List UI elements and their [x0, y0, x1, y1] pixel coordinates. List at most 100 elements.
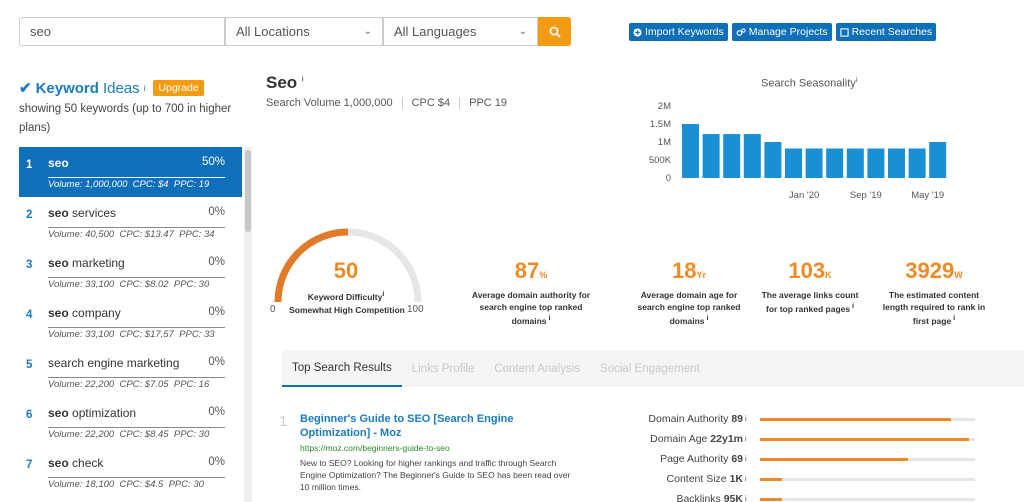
info-icon[interactable]: i [745, 456, 757, 463]
y-tick-label: 2M [658, 101, 671, 112]
language-select[interactable]: All Languages ⌄ [383, 17, 538, 46]
chart-bar [785, 148, 802, 178]
chart-bar [764, 142, 782, 178]
keyword-ideas-title-bold: Keyword [35, 79, 99, 97]
result-metric-value: 89 [731, 413, 743, 425]
upgrade-button[interactable]: Upgrade [153, 80, 204, 96]
metric-value: 18 [672, 258, 697, 283]
tab-social-engagement[interactable]: Social Engagement [590, 350, 710, 387]
info-icon[interactable]: i [745, 416, 757, 423]
chart-bar [846, 148, 864, 178]
difficulty-value: 50 [333, 258, 359, 283]
keyword-item[interactable]: 2 seo services 0% Volume: 40,500 CPC: $13.4… [19, 197, 242, 247]
result-metric-label: Content Size 1K [610, 473, 743, 485]
keyword-rank: 6 [26, 409, 33, 421]
result-metric-value: 22y1m [710, 433, 743, 445]
chart-bar [929, 142, 947, 178]
keyword-text-rest: optimization [68, 406, 137, 420]
chart-bar [826, 148, 844, 178]
keyword-item[interactable]: 1 seo 50% Volume: 1,000,000 CPC: $4 PPC: 19 [19, 147, 242, 197]
info-icon[interactable]: i [745, 476, 757, 483]
info-icon[interactable]: i [856, 77, 858, 84]
info-icon[interactable]: i [144, 84, 146, 93]
seasonality-title: Search Seasonalityi [761, 77, 857, 90]
result-metric-bar-fill [760, 477, 782, 481]
keyword-percent: 0% [208, 456, 225, 468]
keyword-metrics: Volume: 40,500 CPC: $13.47 PPC: 34 [48, 227, 225, 240]
info-icon[interactable]: i [382, 291, 384, 298]
keyword-text: seo [48, 156, 69, 170]
keyword-rank: 2 [26, 209, 33, 221]
result-metric-bar [760, 437, 975, 441]
keyword-item[interactable]: 5 search engine marketing 0% Volume: 22,200… [19, 347, 242, 397]
keyword-text-bold: seo [48, 456, 69, 470]
keyword-percent: 0% [208, 356, 225, 368]
result-metric-bar-fill [760, 497, 782, 501]
keyword-metrics: Volume: 33,100 CPC: $8.02 PPC: 30 [48, 277, 225, 290]
metric-description-text: The estimated content length required to… [882, 290, 986, 326]
keyword-text: seo check [48, 456, 103, 470]
tab-links-profile[interactable]: Links Profile [402, 350, 485, 387]
tab-top-search-results[interactable]: Top Search Results [282, 350, 402, 387]
search-input[interactable]: seo [19, 17, 225, 46]
summary-metric: 3929W The estimated content length requir… [875, 258, 993, 327]
tab-content-analysis[interactable]: Content Analysis [484, 350, 590, 387]
location-select[interactable]: All Locations ⌄ [225, 17, 383, 46]
recent-searches-button[interactable]: Recent Searches [835, 23, 937, 41]
metric-description: Average domain authority for search engi… [466, 289, 596, 327]
info-icon[interactable]: i [745, 496, 757, 502]
keyword-text-bold: seo [48, 306, 69, 320]
result-metric-value: 1K [729, 473, 743, 485]
metric-description: The estimated content length required to… [875, 289, 993, 327]
chart-bar [702, 134, 720, 178]
import-keywords-button[interactable]: Import Keywords [629, 23, 728, 41]
result-metric-label: Backlinks 95K [610, 493, 743, 502]
keyword-metrics: Volume: 18,100 CPC: $4.5 PPC: 30 [48, 477, 225, 490]
metric-description-text: The average links count for top ranked p… [761, 290, 859, 314]
summary-metric: 103K The average links count for top rank… [755, 258, 865, 315]
keyword-rank: 4 [26, 309, 33, 321]
keyword-list-scroll-thumb[interactable] [245, 150, 251, 232]
result-metric-bar-fill [760, 457, 909, 461]
result-description: New to SEO? Looking for higher rankings … [300, 458, 571, 492]
gears-icon [736, 27, 746, 36]
keyword-stat: PPC 19 [469, 97, 508, 109]
y-tick-label: 1.5M [650, 119, 671, 130]
results-tabs: Top Search Results Links Profile Content A… [282, 350, 1024, 387]
difficulty-label: Keyword Difficultyi [296, 291, 396, 302]
info-icon[interactable]: i [302, 74, 304, 83]
search-button[interactable] [538, 17, 571, 46]
search-bar: seo All Locations ⌄ All Languages ⌄ [19, 17, 571, 46]
result-title-link[interactable]: Beginner's Guide to SEO [Search Engine O… [300, 412, 550, 440]
keyword-percent: 50% [201, 156, 225, 168]
keyword-item[interactable]: 3 seo marketing 0% Volume: 33,100 CPC: $8.0… [19, 247, 242, 297]
keyword-item[interactable]: 4 seo company 0% Volume: 33,100 CPC: $17.57… [19, 297, 242, 347]
metric-unit: W [954, 270, 963, 280]
y-tick-label: 0 [666, 173, 671, 184]
result-metric-label: Page Authority 69 [610, 453, 743, 465]
info-icon[interactable]: i [850, 303, 854, 310]
keyword-item[interactable]: 7 seo check 0% Volume: 18,100 CPC: $4.5 PPC… [19, 447, 242, 497]
keyword-rank: 5 [26, 359, 33, 371]
info-icon[interactable]: i [745, 436, 757, 443]
result-metric-name: Domain Authority [648, 413, 729, 425]
chevron-down-icon: ⌄ [518, 26, 527, 37]
result-metric-bar [760, 417, 975, 421]
keyword-rank: 1 [26, 159, 33, 171]
check-icon: ✔ [19, 80, 32, 97]
info-icon[interactable]: i [951, 315, 955, 322]
result-metric-name: Page Authority [660, 453, 729, 465]
result-metric-bar [760, 457, 975, 461]
keyword-percent: 0% [208, 306, 225, 318]
result-url[interactable]: https://moz.com/beginners-guide-to-seo [300, 443, 450, 453]
keyword-percent: 0% [208, 206, 225, 218]
info-icon[interactable]: i [547, 315, 550, 322]
x-tick-label: Sep '19 [850, 190, 882, 201]
metric-unit: K [825, 270, 832, 280]
keyword-item[interactable]: 6 seo optimization 0% Volume: 22,200 CPC: $… [19, 397, 242, 447]
keyword-ideas-header: ✔ Keyword Ideas i Upgrade [19, 79, 204, 97]
info-icon[interactable]: i [705, 315, 708, 322]
keyword-rank: 7 [26, 459, 33, 471]
manage-projects-button[interactable]: Manage Projects [731, 23, 832, 41]
result-metric-bar [760, 497, 975, 501]
